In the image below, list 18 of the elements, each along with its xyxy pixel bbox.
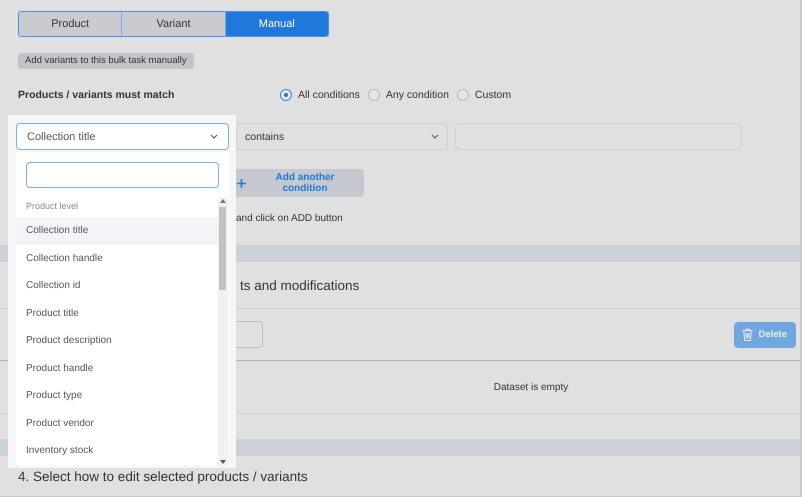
instruction-text: and click on ADD button xyxy=(236,213,344,226)
mode-tab[interactable]: Variant xyxy=(122,12,226,36)
radio-label[interactable]: Any condition xyxy=(386,89,449,101)
mode-tab[interactable]: Manual xyxy=(226,12,328,36)
dropdown-option[interactable]: Product description xyxy=(16,327,218,354)
dropdown-option[interactable]: Collection title xyxy=(16,217,218,244)
match-label: Products / variants must match xyxy=(18,89,176,101)
group-header: Product level xyxy=(25,200,80,213)
dropdown-option[interactable]: Collection id xyxy=(16,272,218,300)
mode-tab[interactable]: Product xyxy=(19,12,122,36)
dropdown-option[interactable]: Product type xyxy=(16,382,218,410)
section-heading: 4. Select how to edit selected products / variants xyxy=(18,468,308,484)
field-select[interactable]: Collection title xyxy=(16,123,229,150)
radio-label[interactable]: All conditions xyxy=(298,89,360,101)
operator-select[interactable]: contains xyxy=(236,123,448,150)
hint-tag: Add variants to this bulk task manually xyxy=(18,53,194,69)
radio-label[interactable]: Custom xyxy=(474,89,512,101)
dropdown-option[interactable]: Inventory stock xyxy=(16,437,218,464)
